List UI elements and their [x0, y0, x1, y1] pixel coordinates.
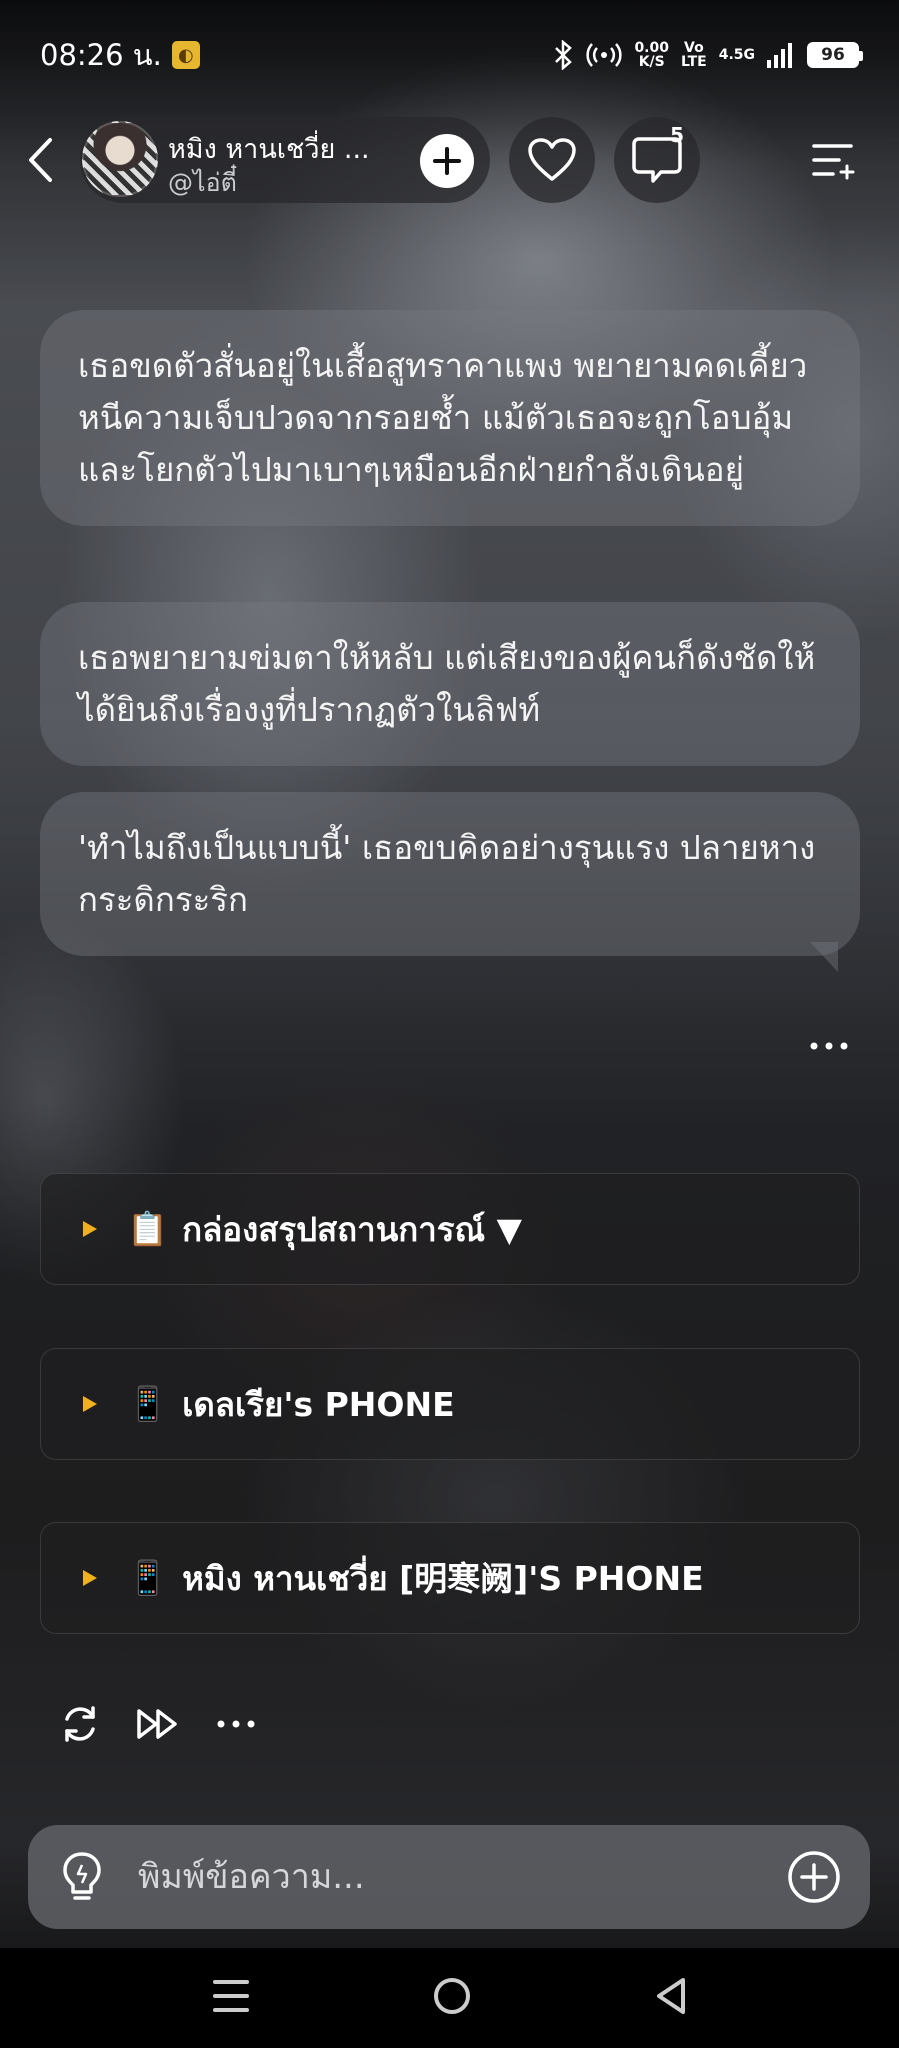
- phone-icon: 📱: [127, 1558, 169, 1597]
- system-nav-bar: [0, 1948, 899, 2048]
- phone-icon: 📱: [127, 1384, 169, 1423]
- regenerate-button[interactable]: [56, 1700, 104, 1748]
- more-horizontal-icon: [810, 1042, 848, 1050]
- delria-phone-toggle[interactable]: 📱 เดลเรีย's PHONE: [40, 1348, 860, 1460]
- comments-button[interactable]: 5: [614, 117, 700, 203]
- plus-icon: [433, 147, 461, 175]
- back-button[interactable]: [20, 135, 60, 185]
- home-circle-icon: [433, 1978, 470, 2014]
- message-text: เธอขดตัวสั่นอยู่ในเสื้อสูทราคาแพง พยายาม…: [78, 346, 808, 489]
- continue-button[interactable]: [134, 1700, 182, 1748]
- message-input-bar: [28, 1825, 870, 1929]
- expand-triangle-icon: [83, 1396, 97, 1412]
- refresh-icon: [65, 1706, 95, 1742]
- collapse-label: หมิง หานเชวี่ย [明寒阙]'S PHONE: [182, 1558, 704, 1598]
- status-bar: 08:26 น. ◐ 0.00 K/S Vo LTE 4.5G 96: [0, 0, 899, 110]
- chevron-left-icon: [29, 138, 52, 182]
- battery-icon: 96: [807, 42, 863, 68]
- like-button[interactable]: [509, 117, 595, 203]
- message-input[interactable]: [138, 1847, 768, 1907]
- clipboard-icon: 📋: [127, 1209, 169, 1248]
- hotspot-icon: [586, 43, 623, 67]
- message-text: เธอพยายามข่มตาให้หลับ แต่เสียงของผู้คนก็…: [78, 638, 816, 729]
- more-button[interactable]: [212, 1700, 260, 1748]
- notification-app-icon: ◐: [171, 41, 200, 69]
- heart-icon: [528, 138, 576, 181]
- message-bubble[interactable]: 'ทำไมถึงเป็นแบบนี้' เธอขบคิดอย่างรุนแรง …: [40, 792, 860, 972]
- menu-button[interactable]: [809, 135, 859, 185]
- follow-button[interactable]: [420, 134, 474, 188]
- volte-indicator: Vo LTE: [680, 40, 707, 70]
- bluetooth-icon: [555, 40, 573, 70]
- message-bubble[interactable]: เธอพยายามข่มตาให้หลับ แต่เสียงของผู้คนก็…: [40, 602, 860, 766]
- message-bubble[interactable]: เธอขดตัวสั่นอยู่ในเสื้อสูทราคาแพง พยายาม…: [40, 310, 860, 526]
- collapse-label: เดลเรีย's PHONE: [182, 1384, 455, 1424]
- character-profile[interactable]: หมิง หานเชวี่ย ... @ไอ่ตี๋: [80, 117, 490, 203]
- situation-summary-toggle[interactable]: 📋 กล่องสรุปสถานการณ์ ▼: [40, 1173, 860, 1285]
- status-time: 08:26 น.: [40, 38, 162, 72]
- back-system-button[interactable]: [653, 1976, 689, 2020]
- menu-icon: [212, 1980, 249, 2012]
- message-more-button[interactable]: [809, 1018, 849, 1058]
- status-indicators: 0.00 K/S Vo LTE 4.5G 96: [552, 40, 863, 70]
- home-button[interactable]: [432, 1976, 472, 2020]
- playlist-icon: [812, 144, 855, 180]
- expand-triangle-icon: [83, 1570, 97, 1586]
- ming-phone-toggle[interactable]: 📱 หมิง หานเชวี่ย [明寒阙]'S PHONE: [40, 1522, 860, 1634]
- hint-button[interactable]: [58, 1850, 106, 1908]
- back-triangle-icon: [656, 1978, 685, 2014]
- fast-forward-icon: [137, 1709, 177, 1739]
- signal-icon: [767, 43, 792, 68]
- plus-circle-icon: [788, 1851, 840, 1903]
- lightbulb-icon: [63, 1852, 101, 1900]
- network-type: 4.5G: [718, 47, 755, 63]
- comment-count-badge: 5: [670, 123, 684, 147]
- chat-header: หมิง หานเชวี่ย ... @ไอ่ตี๋ 5: [0, 115, 899, 205]
- net-speed: 0.00 K/S: [634, 40, 669, 70]
- avatar[interactable]: [82, 121, 158, 197]
- more-horizontal-icon: [217, 1720, 255, 1728]
- recent-apps-button[interactable]: [211, 1978, 251, 2018]
- expand-triangle-icon: [83, 1221, 97, 1237]
- status-time-group: 08:26 น. ◐: [40, 32, 200, 78]
- add-attachment-button[interactable]: [786, 1849, 842, 1909]
- message-actions: [56, 1700, 260, 1748]
- message-text: 'ทำไมถึงเป็นแบบนี้' เธอขบคิดอย่างรุนแรง …: [78, 828, 816, 919]
- collapse-label: กล่องสรุปสถานการณ์ ▼: [182, 1209, 522, 1249]
- creator-handle[interactable]: @ไอ่ตี๋: [168, 163, 237, 203]
